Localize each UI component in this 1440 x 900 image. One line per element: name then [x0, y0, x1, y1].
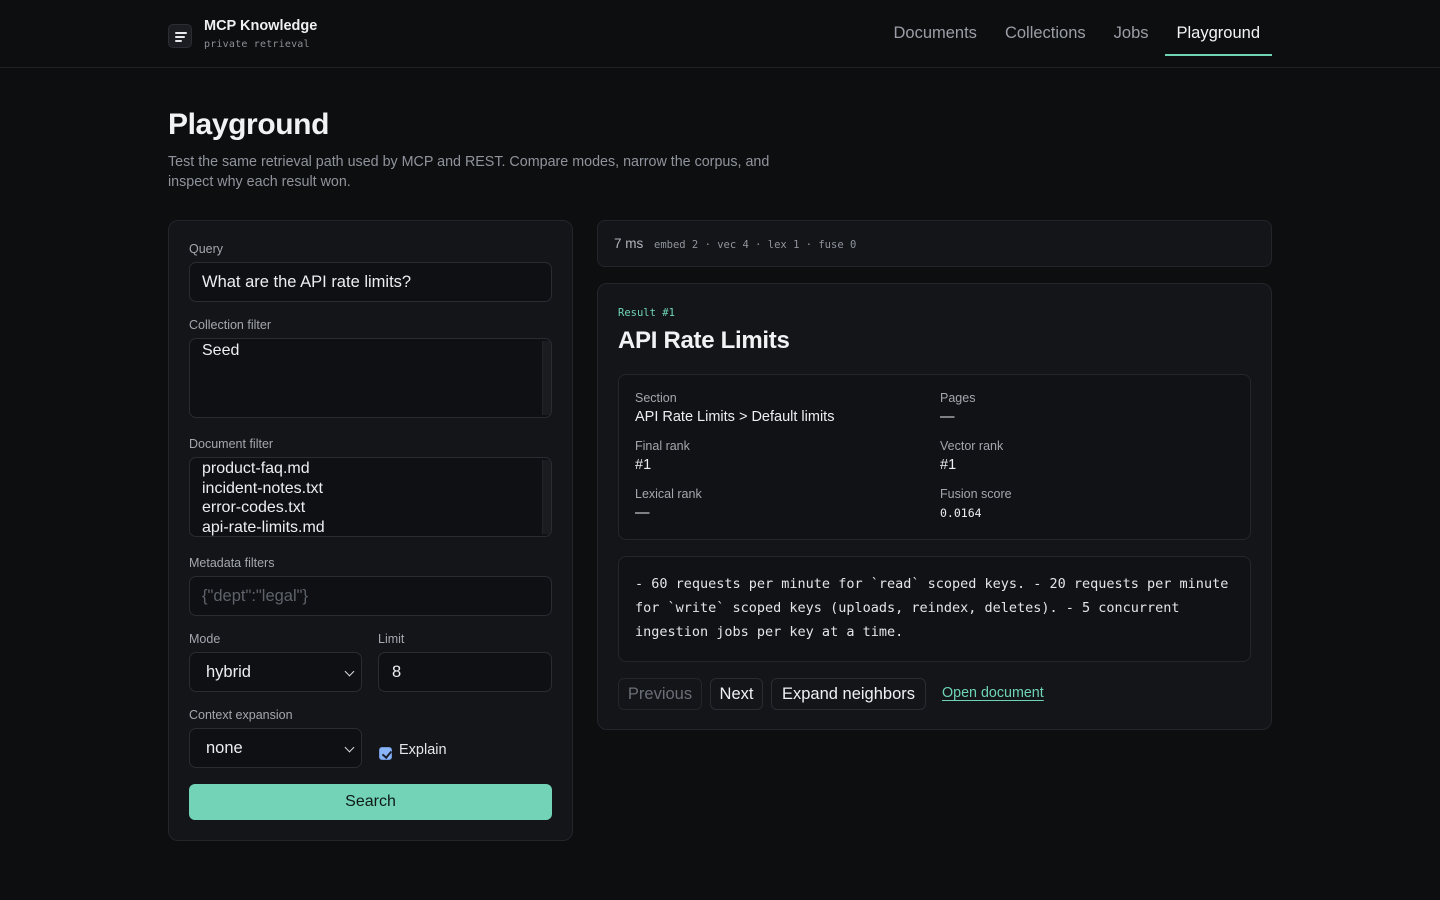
query-label: Query: [189, 242, 224, 256]
app-subtitle: private retrieval: [204, 39, 310, 50]
result-metadata: Section API Rate Limits > Default limits…: [618, 374, 1251, 540]
result-snippet: - 60 requests per minute for `read` scop…: [618, 556, 1251, 662]
metadata-filters-input[interactable]: {"dept":"legal"}: [189, 576, 552, 616]
pages-label: Pages: [940, 391, 976, 405]
document-option[interactable]: product-faq.md: [202, 459, 539, 479]
timing-total: 7 ms: [614, 236, 644, 251]
final-rank-label: Final rank: [635, 439, 690, 453]
page-description: Test the same retrieval path used by MCP…: [168, 154, 770, 190]
explain-label[interactable]: Explain: [399, 742, 447, 758]
menu-lines-icon: [168, 24, 192, 48]
result-title: API Rate Limits: [618, 327, 790, 354]
context-expansion-label: Context expansion: [189, 708, 293, 722]
next-button[interactable]: Next: [710, 678, 763, 710]
query-input[interactable]: What are the API rate limits?: [189, 262, 552, 302]
mode-value: hybrid: [206, 663, 251, 681]
nav-collections[interactable]: Collections: [993, 0, 1098, 56]
final-rank-value: #1: [635, 457, 652, 473]
previous-button[interactable]: Previous: [618, 678, 702, 710]
mode-select[interactable]: hybrid: [189, 652, 362, 692]
document-filter-listbox[interactable]: product-faq.md incident-notes.txt error-…: [189, 457, 552, 537]
section-label: Section: [635, 391, 677, 405]
collection-scrollbar[interactable]: [542, 341, 551, 415]
fusion-score-value: 0.0164: [940, 506, 982, 520]
expand-neighbors-button[interactable]: Expand neighbors: [771, 678, 926, 710]
nav-documents[interactable]: Documents: [881, 0, 988, 56]
result-number: Result #1: [618, 307, 675, 319]
open-document-link[interactable]: Open document: [942, 685, 1044, 701]
lexical-rank-label: Lexical rank: [635, 487, 702, 501]
brand[interactable]: MCP Knowledge private retrieval: [168, 18, 317, 52]
section-value: API Rate Limits > Default limits: [635, 409, 835, 425]
document-option[interactable]: api-rate-limits.md: [202, 518, 539, 536]
limit-label: Limit: [378, 632, 405, 646]
timing-bar: 7 ms embed 2 · vec 4 · lex 1 · fuse 0: [597, 220, 1272, 267]
context-expansion-value: none: [206, 739, 243, 757]
collection-filter-label: Collection filter: [189, 318, 271, 332]
timing-breakdown: embed 2 · vec 4 · lex 1 · fuse 0: [654, 239, 857, 251]
vector-rank-value: #1: [940, 457, 957, 473]
collection-option[interactable]: Seed: [202, 341, 539, 361]
search-panel: Query What are the API rate limits? Coll…: [168, 220, 573, 841]
fusion-score-label: Fusion score: [940, 487, 1012, 501]
explain-checkbox[interactable]: [379, 747, 392, 760]
collection-filter-listbox[interactable]: Seed: [189, 338, 552, 418]
chevron-down-icon: [344, 742, 355, 753]
chevron-down-icon: [344, 666, 355, 677]
context-expansion-select[interactable]: none: [189, 728, 362, 768]
lexical-rank-value: —: [635, 505, 650, 521]
mode-label: Mode: [189, 632, 221, 646]
nav-jobs[interactable]: Jobs: [1102, 0, 1161, 56]
main-nav: Documents Collections Jobs Playground: [877, 0, 1273, 68]
limit-input[interactable]: 8: [378, 652, 552, 692]
page-title: Playground: [168, 108, 330, 141]
document-filter-label: Document filter: [189, 437, 274, 451]
nav-playground[interactable]: Playground: [1164, 0, 1273, 56]
document-scrollbar[interactable]: [542, 460, 551, 534]
app-title: MCP Knowledge: [204, 18, 318, 34]
document-option[interactable]: error-codes.txt: [202, 498, 539, 518]
vector-rank-label: Vector rank: [940, 439, 1004, 453]
result-card: Result #1 API Rate Limits Section API Ra…: [597, 283, 1272, 730]
top-bar: MCP Knowledge private retrieval Document…: [0, 0, 1440, 68]
pages-value: —: [940, 409, 955, 425]
metadata-filters-label: Metadata filters: [189, 556, 275, 570]
document-option[interactable]: incident-notes.txt: [202, 479, 539, 499]
search-button[interactable]: Search: [189, 784, 552, 820]
